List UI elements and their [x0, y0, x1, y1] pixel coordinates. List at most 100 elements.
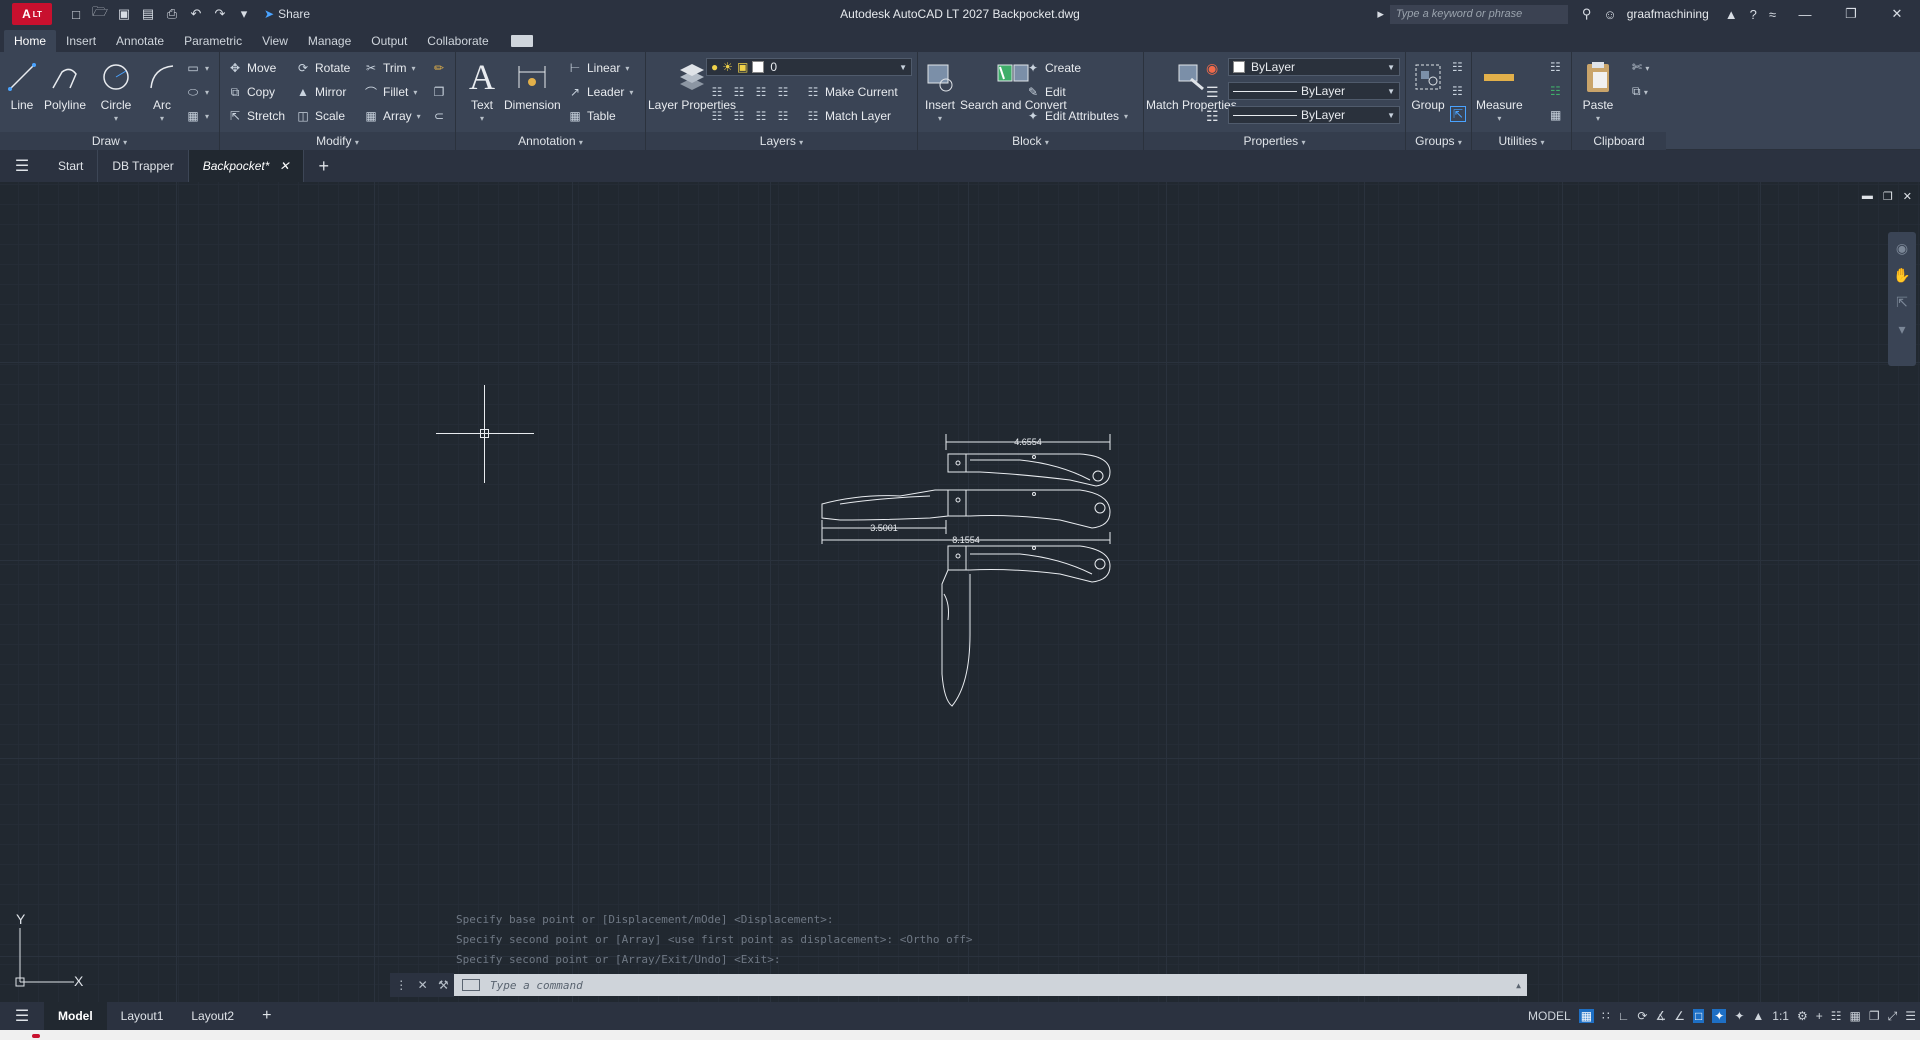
polar-icon[interactable]: ⟳ — [1637, 1009, 1647, 1023]
redo-icon[interactable]: ↷ — [210, 5, 230, 23]
hatch-button[interactable]: ▦ ▾ — [186, 106, 209, 126]
command-customize-wrench-icon[interactable]: ⚒ — [438, 978, 449, 992]
ribbon-tab-annotate[interactable]: Annotate — [106, 30, 174, 52]
isodraft-icon[interactable]: ∡ — [1655, 1009, 1666, 1023]
scale-button[interactable]: ◫ Scale — [296, 106, 345, 126]
match-properties-button[interactable]: Match Properties — [1146, 58, 1237, 112]
command-history-up-icon[interactable]: ▲ — [1516, 981, 1521, 990]
new-file-icon[interactable]: □ — [66, 5, 86, 23]
add-layout-button[interactable]: + — [248, 1002, 285, 1030]
file-tab-start[interactable]: Start — [44, 150, 99, 182]
minimize-button[interactable]: — — [1782, 0, 1828, 28]
close-window-button[interactable]: ✕ — [1874, 0, 1920, 28]
drawing-canvas[interactable]: ▬ ❐ ✕ ◉ ✋ ⇱ ▾ 4.6554 3.5001 8.1554 Y X S… — [0, 182, 1920, 1015]
fullscreen-icon[interactable]: ⤢ — [1888, 1009, 1898, 1024]
viewport-restore-icon[interactable]: ❐ — [1883, 190, 1893, 203]
groups-panel-title[interactable]: Groups ▾ — [1406, 132, 1471, 150]
connected-icon[interactable]: ≈ — [1769, 7, 1776, 22]
create-block-button[interactable]: ✦ Create — [1026, 58, 1081, 78]
ortho-icon[interactable]: ∟ — [1618, 1009, 1630, 1023]
layers-panel-title[interactable]: Layers ▾ — [646, 132, 917, 150]
ribbon-tab-collaborate[interactable]: Collaborate — [417, 30, 498, 52]
layer-on-icon[interactable]: ☷ — [710, 109, 724, 123]
grid-icon[interactable]: ▦ — [1578, 1009, 1595, 1023]
ellipse-button[interactable]: ⬭ ▾ — [186, 82, 209, 102]
polyline-button[interactable]: Polyline — [44, 58, 86, 112]
zoom-extents-icon[interactable]: ⇱ — [1896, 294, 1908, 311]
autodesk-account-icon[interactable]: ▲ — [1725, 7, 1738, 22]
username[interactable]: graafmachining — [1627, 7, 1709, 21]
linetype-dropdown[interactable]: ByLayer ▼ — [1228, 106, 1400, 124]
linear-button[interactable]: ⊢ Linear ▾ — [568, 58, 630, 78]
group-button[interactable]: Group — [1410, 58, 1446, 112]
edit-block-button[interactable]: ✎ Edit — [1026, 82, 1066, 102]
circle-dropdown-icon[interactable]: ▾ — [114, 112, 118, 126]
print-icon[interactable]: ⎙ — [162, 5, 182, 23]
new-tab-button[interactable]: + — [304, 156, 343, 177]
file-tabs-menu-icon[interactable]: ☰ — [0, 156, 44, 176]
auto-scale-icon[interactable]: ✦ — [1734, 1009, 1744, 1023]
customize-chevron-icon[interactable]: ▾ — [234, 5, 254, 23]
command-close-icon[interactable]: ✕ — [418, 978, 428, 992]
dimension-top-text[interactable]: 4.6554 — [1014, 437, 1042, 447]
move-button[interactable]: ✥ Move — [228, 58, 276, 78]
cut-icon[interactable]: ✄ ▾ — [1632, 60, 1649, 74]
save-as-icon[interactable]: ▤ — [138, 5, 158, 23]
copy-clip-icon[interactable]: ⧉ ▾ — [1632, 84, 1648, 99]
layer-freeze-icon[interactable]: ☷ — [754, 85, 768, 99]
paste-button[interactable]: Paste ▾ — [1580, 58, 1616, 126]
user-icon[interactable]: ☺ — [1603, 7, 1616, 22]
help-icon[interactable]: ? — [1750, 7, 1757, 22]
viewport-close-icon[interactable]: ✕ — [1903, 190, 1912, 203]
array-button[interactable]: ▦ Array ▾ — [364, 106, 420, 126]
table-button[interactable]: ▦ Table — [568, 106, 615, 126]
application-menu-button[interactable]: A LT — [12, 3, 52, 25]
mirror-button[interactable]: ▲ Mirror — [296, 82, 346, 102]
offset-button[interactable]: ⊂ — [432, 106, 446, 126]
ribbon-tab-home[interactable]: Home — [4, 30, 57, 52]
clean-screen-icon[interactable]: ❐ — [1869, 1009, 1880, 1023]
stretch-button[interactable]: ⇱ Stretch — [228, 106, 285, 126]
erase-button[interactable]: ✏ — [432, 58, 446, 78]
layout-tab-model[interactable]: Model — [44, 1002, 107, 1030]
ribbon-tab-manage[interactable]: Manage — [298, 30, 361, 52]
text-button[interactable]: A Text ▾ — [464, 58, 500, 126]
layer-unlock-icon[interactable]: ☷ — [776, 109, 790, 123]
layer-lock-icon[interactable]: ☷ — [776, 85, 790, 99]
fillet-button[interactable]: ⌒ Fillet ▾ — [364, 82, 417, 102]
maximize-button[interactable]: ❐ — [1828, 0, 1874, 28]
units-icon[interactable]: ☷ — [1831, 1009, 1842, 1023]
workspace-gear-icon[interactable]: ⚙ — [1797, 1009, 1808, 1023]
ungroup-icon[interactable]: ☷ — [1452, 60, 1463, 74]
file-tab-backpocket[interactable]: Backpocket* ✕ — [188, 150, 305, 182]
expand-arrow-icon[interactable]: ▸ — [1377, 6, 1384, 22]
insert-button[interactable]: Insert ▾ — [922, 58, 958, 126]
annotation-visibility-icon[interactable]: ✦ — [1712, 1009, 1727, 1023]
draw-panel-title[interactable]: Draw ▾ — [0, 132, 219, 150]
save-icon[interactable]: ▣ — [114, 5, 134, 23]
trim-button[interactable]: ✂ Trim ▾ — [364, 58, 416, 78]
snap-icon[interactable]: ∷ — [1602, 1009, 1610, 1023]
calculator-icon[interactable]: ▦ — [1550, 108, 1561, 122]
measure-button[interactable]: Measure ▾ — [1476, 58, 1523, 126]
steering-wheel-icon[interactable]: ◉ — [1896, 240, 1908, 257]
layout-menu-icon[interactable]: ☰ — [0, 1006, 44, 1026]
leader-button[interactable]: ↗ Leader ▾ — [568, 82, 633, 102]
knife-drawing[interactable]: 4.6554 3.5001 8.1554 — [820, 434, 1120, 714]
ribbon-tab-view[interactable]: View — [252, 30, 298, 52]
viewport-minimize-icon[interactable]: ▬ — [1862, 190, 1873, 203]
make-current-button[interactable]: ☷ Make Current — [806, 82, 898, 102]
layer-dropdown[interactable]: ● ☀ ▣ 0 ▼ — [706, 58, 912, 76]
share-button[interactable]: ➤ Share — [264, 7, 310, 21]
file-tab-db-trapper[interactable]: DB Trapper — [98, 150, 189, 182]
layer-isolate-icon[interactable]: ☷ — [732, 85, 746, 99]
annotation-panel-title[interactable]: Annotation ▾ — [456, 132, 645, 150]
object-snap-icon[interactable]: □ — [1693, 1009, 1705, 1023]
quick-properties-icon[interactable]: ▦ — [1850, 1009, 1861, 1023]
customization-menu-icon[interactable]: ☰ — [1905, 1009, 1916, 1023]
utilities-panel-title[interactable]: Utilities ▾ — [1472, 132, 1571, 150]
lineweight-dropdown[interactable]: ByLayer ▼ — [1228, 82, 1400, 100]
group-selection-icon[interactable]: ⇱ — [1450, 106, 1467, 122]
arc-button[interactable]: Arc ▾ — [144, 58, 180, 126]
layer-thaw-icon[interactable]: ☷ — [754, 109, 768, 123]
